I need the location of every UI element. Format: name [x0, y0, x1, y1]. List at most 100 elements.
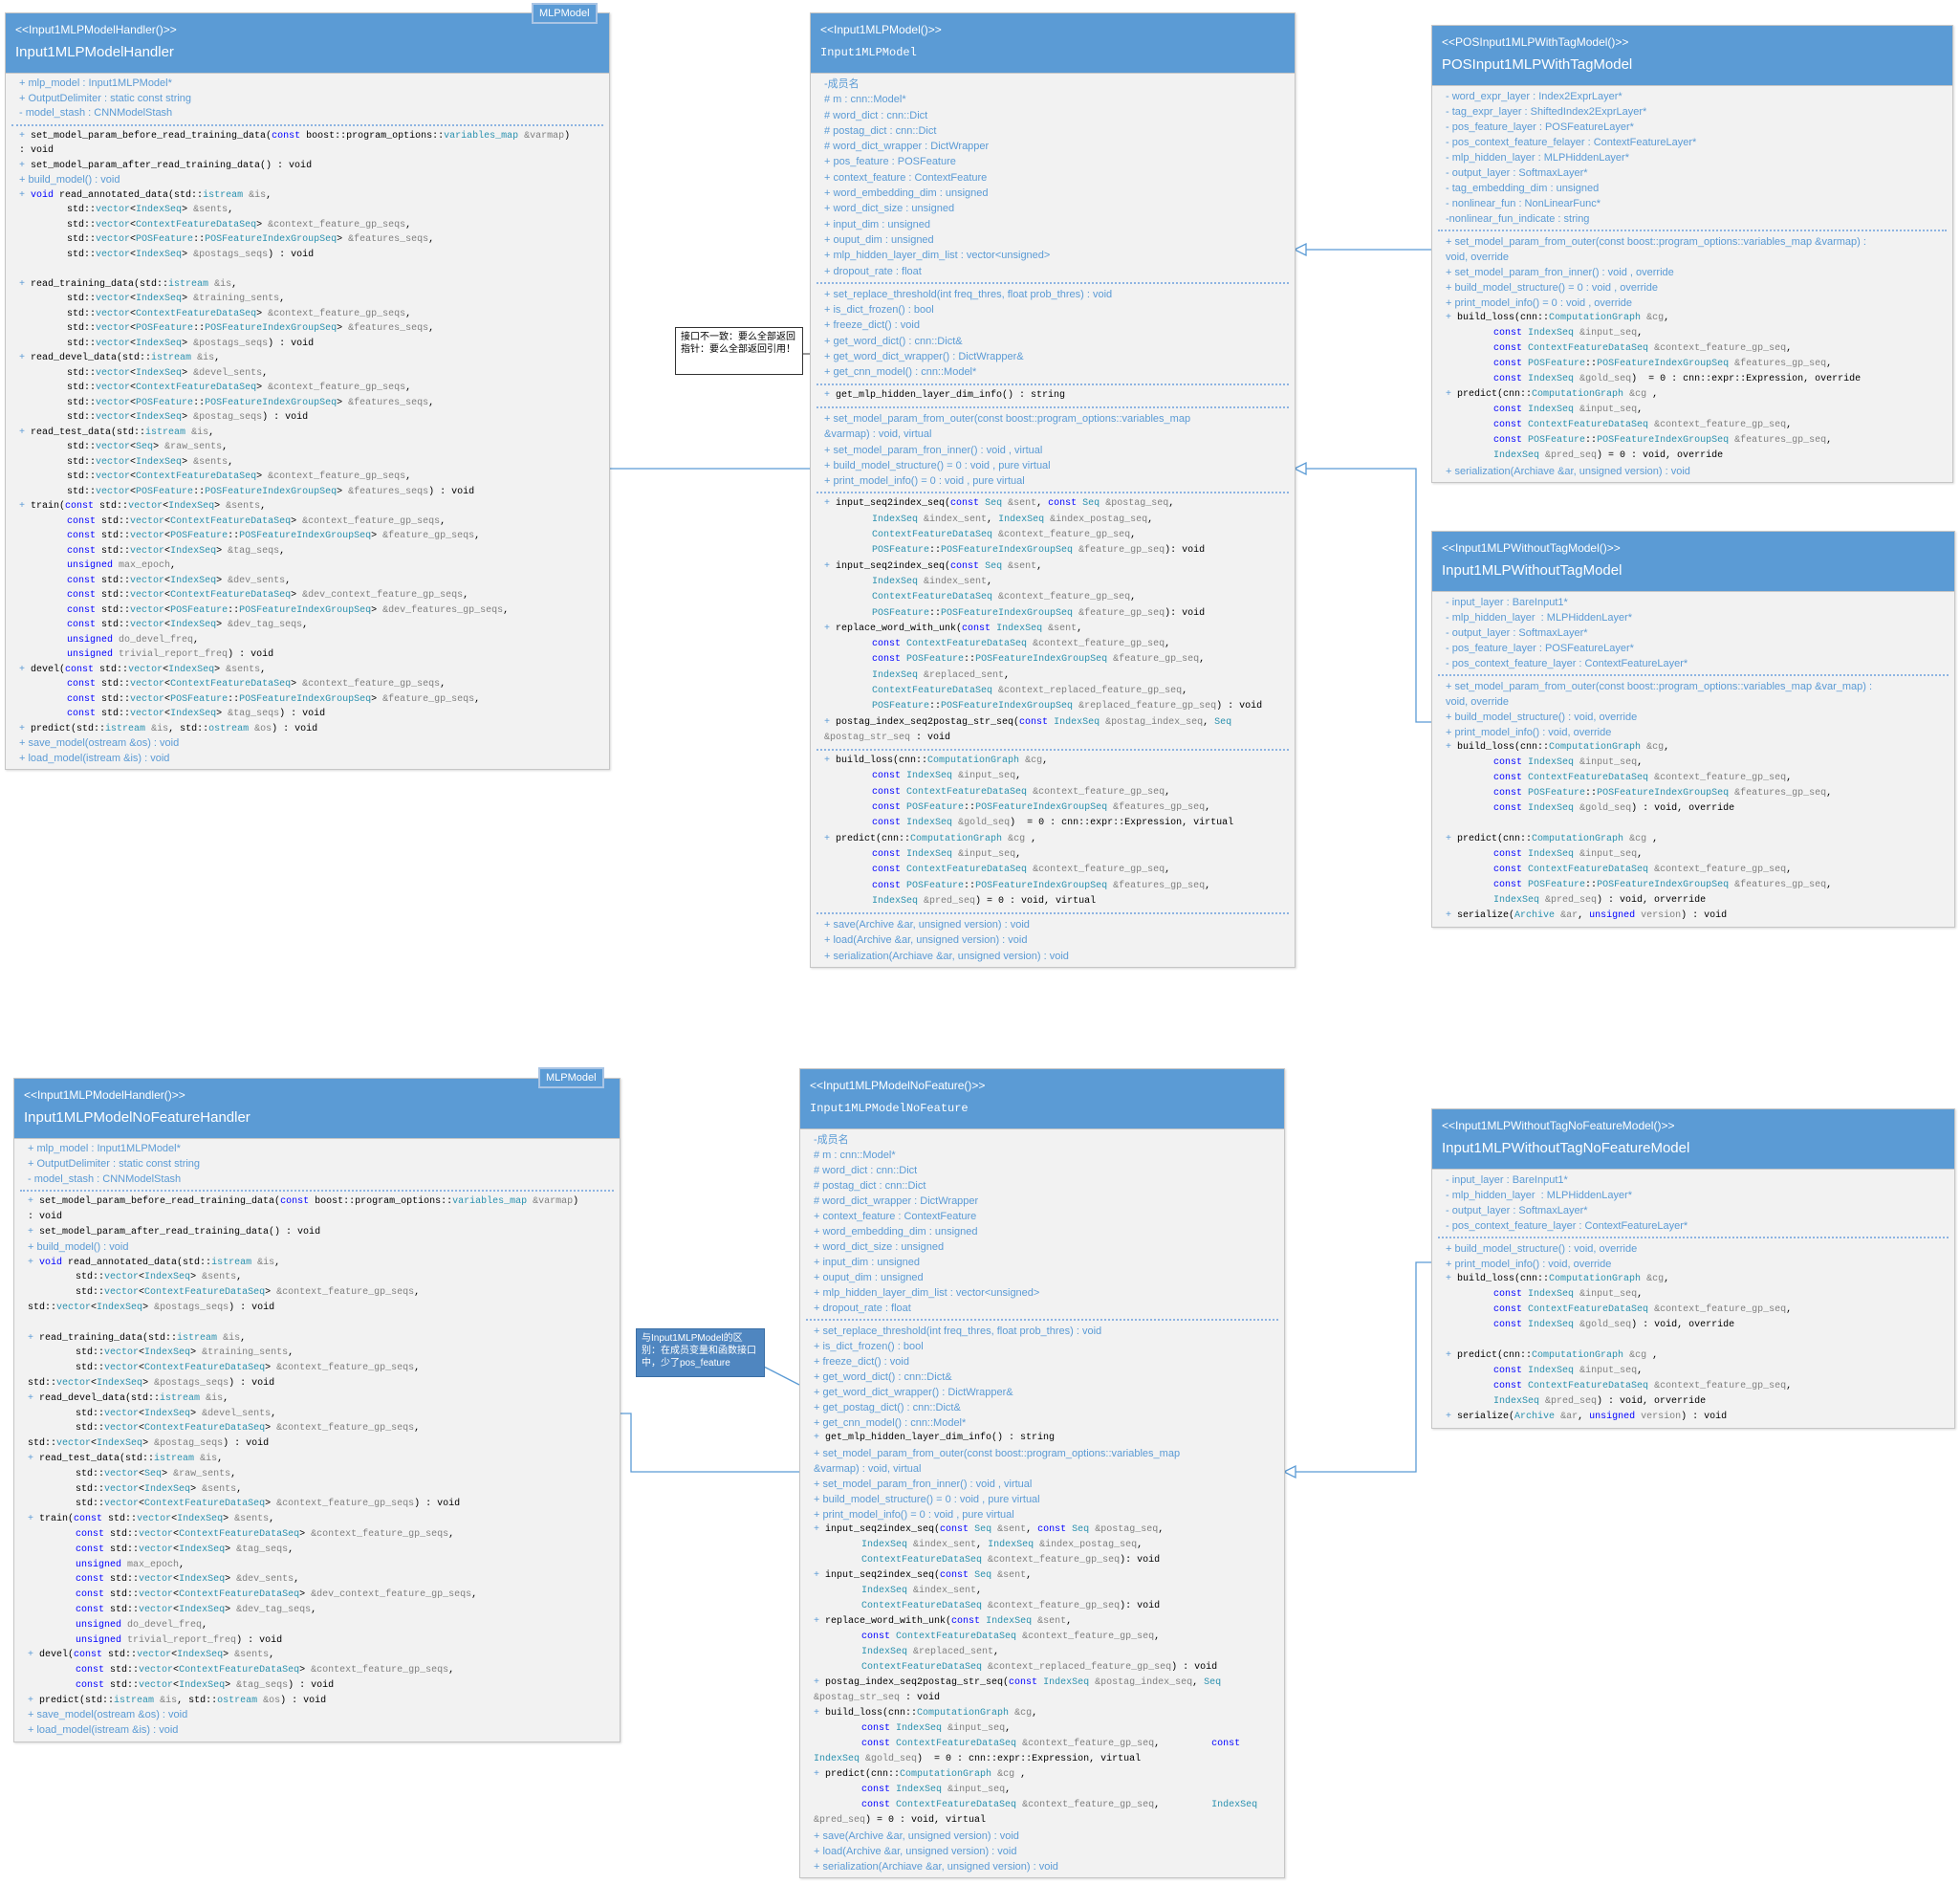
- code-line: + read_test_data(std::istream &is,: [28, 1453, 224, 1464]
- code-line: const IndexSeq &input_seq,: [1493, 849, 1644, 860]
- code-token: POSFeature: [1528, 435, 1586, 446]
- code-token: &sent: [1008, 498, 1037, 510]
- generalization-withouttagnofeature-to-nofeature-model: [1295, 1261, 1431, 1473]
- code-token: Seq: [974, 1524, 992, 1535]
- member-line: + load_model(istream &is) : void: [28, 1724, 179, 1737]
- code-token: &feature_gp_seqs: [382, 693, 475, 705]
- code-line: const POSFeature::POSFeatureIndexGroupSe…: [872, 880, 1211, 891]
- code-token: ContextFeatureDataSeq: [136, 471, 257, 482]
- code-line: ContextFeatureDataSeq &context_feature_g…: [872, 530, 1137, 541]
- code-token: max_epoch: [119, 560, 171, 571]
- code-token: vector: [139, 1528, 174, 1540]
- member-line: -成员名: [824, 78, 860, 90]
- class-input1mlpmodel[interactable]: <<Input1MLPModel()>> Input1MLPModel -成员名 #…: [810, 12, 1296, 969]
- code-line: const IndexSeq &gold_seq) = 0 : cnn::exp…: [1493, 374, 1862, 384]
- code-token: IndexSeq: [1528, 1320, 1575, 1330]
- code-token: +: [28, 1514, 40, 1525]
- member-line: + mlp_model : Input1MLPModel*: [28, 1143, 181, 1154]
- class-name: Input1MLPModel: [820, 46, 917, 59]
- code-line: + read_training_data(std::istream &is,: [28, 1332, 247, 1344]
- member-line: + build_model() : void: [28, 1240, 129, 1253]
- code-token: vector: [139, 1604, 174, 1615]
- code-line: + set_model_param_before_read_training_d…: [28, 1196, 579, 1208]
- code-line: ContextFeatureDataSeq &context_feature_g…: [861, 1555, 1161, 1566]
- class-name: Input1MLPModelHandler: [15, 44, 174, 60]
- code-token: vector: [130, 575, 165, 586]
- class-input1mlpmodelnofeature[interactable]: <<Input1MLPModelNoFeature()>> Input1MLPM…: [799, 1068, 1285, 1878]
- code-token: vector: [139, 1665, 174, 1676]
- code-token: &context_feature_gp_seq: [1654, 420, 1787, 430]
- member-line: - nonlinear_fun : NonLinearFunc*: [1446, 198, 1601, 209]
- code-token: &tag_seqs: [236, 1679, 289, 1691]
- member-line: + ouput_dim : unsigned: [814, 1272, 924, 1283]
- code-token: vector: [96, 456, 131, 468]
- member-line: + serialization(Archiave &ar, unsigned v…: [1446, 466, 1690, 477]
- code-token: ComputationGraph: [910, 833, 1003, 844]
- code-token: &sents: [226, 501, 261, 512]
- code-token: IndexSeq: [872, 669, 919, 681]
- code-token: POSFeatureIndexGroupSeq: [1597, 788, 1730, 799]
- code-line: + predict(cnn::ComputationGraph &cg ,: [814, 1769, 1027, 1780]
- code-token: IndexSeq: [168, 664, 215, 675]
- code-token: vector: [104, 1408, 140, 1419]
- code-token: vector: [137, 1514, 172, 1525]
- code-line: const std::vector<IndexSeq> &tag_seqs,: [67, 545, 286, 557]
- code-line: const IndexSeq &input_seq,: [872, 771, 1022, 782]
- code-line: POSFeature::POSFeatureIndexGroupSeq &fea…: [872, 607, 1206, 619]
- member-line: + word_embedding_dim : unsigned: [824, 187, 989, 200]
- code-token: const: [872, 865, 902, 876]
- code-line: const std::vector<POSFeature::POSFeature…: [67, 531, 481, 541]
- member-line: - output_layer : SoftmaxLayer*: [1446, 167, 1588, 179]
- code-token: vector: [96, 486, 131, 497]
- code-token: vector: [130, 679, 165, 690]
- code-token: +: [1446, 910, 1458, 921]
- code-line: std::vector<ContextFeatureDataSeq> &cont…: [76, 1499, 461, 1510]
- code-token: +: [824, 623, 837, 634]
- code-line: const POSFeature::POSFeatureIndexGroupSe…: [1493, 435, 1833, 446]
- code-token: ContextFeatureDataSeq: [861, 1601, 983, 1611]
- code-token: IndexSeq: [97, 1302, 143, 1313]
- code-token: IndexSeq: [1493, 895, 1540, 906]
- code-token: POSFeature: [872, 607, 930, 619]
- code-token: POSFeature: [136, 397, 194, 408]
- code-token: &sent: [1037, 1616, 1067, 1627]
- class-input1mlpwithouttagnofeaturemodel[interactable]: <<Input1MLPWithoutTagNoFeatureModel()>> …: [1431, 1108, 1955, 1429]
- class-input1mlpmodelhandler[interactable]: <<Input1MLPModelHandler()>> Input1MLPMod…: [5, 12, 610, 770]
- code-token: ContextFeatureDataSeq: [896, 1632, 1017, 1642]
- code-token: const: [76, 1679, 105, 1691]
- code-line: const ContextFeatureDataSeq &context_fea…: [1493, 865, 1793, 875]
- code-token: &postag_str_seq: [824, 732, 911, 743]
- code-token: &context_feature_gp_seq: [1033, 865, 1165, 876]
- code-token: &features_seqs: [348, 397, 429, 408]
- code-line: : void: [28, 1212, 63, 1223]
- member-line: - input_layer : BareInput1*: [1446, 1174, 1568, 1186]
- class-posinput1mlpwithtagmodel[interactable]: <<POSInput1MLPWithTagModel()>> POSInput1…: [1431, 25, 1953, 483]
- code-token: IndexSeq: [988, 1540, 1034, 1550]
- code-token: IndexSeq: [136, 412, 183, 423]
- code-line: + input_seq2index_seq(const Seq &sent,: [824, 560, 1043, 572]
- code-line: &postag_str_seq : void: [814, 1693, 941, 1703]
- code-token: +: [19, 130, 32, 142]
- code-line: std::vector<IndexSeq> &postag_seqs) : vo…: [28, 1438, 270, 1450]
- code-line: IndexSeq &index_sent, IndexSeq &index_po…: [861, 1540, 1143, 1550]
- class-input1mlpwithouttagmodel[interactable]: <<Input1MLPWithoutTagModel()>> Input1MLP…: [1431, 531, 1955, 928]
- code-line: IndexSeq &pred_seq) : void, orverride: [1493, 895, 1707, 906]
- code-token: +: [19, 723, 32, 734]
- class-name: Input1MLPWithoutTagModel: [1442, 562, 1622, 579]
- code-line: const ContextFeatureDataSeq &context_fea…: [861, 1800, 1258, 1810]
- code-token: &raw_sents: [164, 442, 223, 452]
- class-input1mlpmodelnofeaturehandler[interactable]: <<Input1MLPModelHandler()>> Input1MLPMod…: [13, 1078, 621, 1743]
- code-line: unsigned max_epoch,: [67, 560, 177, 571]
- code-token: ComputationGraph: [1532, 1350, 1624, 1361]
- code-token: POSFeature: [872, 545, 930, 557]
- code-token: POSFeature: [136, 323, 194, 334]
- member-line: - pos_context_feature_layer : ContextFea…: [1446, 1220, 1688, 1232]
- code-token: +: [824, 498, 837, 510]
- member-line: + ouput_dim : unsigned: [824, 233, 934, 246]
- code-line: const POSFeature::POSFeatureIndexGroupSe…: [1493, 359, 1833, 369]
- code-token: const: [940, 1524, 969, 1535]
- code-token: vector: [96, 383, 131, 393]
- code-token: &context_feature_gp_seqs: [302, 679, 441, 690]
- member-line: + build_model_structure() = 0 : void , p…: [824, 459, 1051, 471]
- code-token: IndexSeq: [1528, 1366, 1575, 1376]
